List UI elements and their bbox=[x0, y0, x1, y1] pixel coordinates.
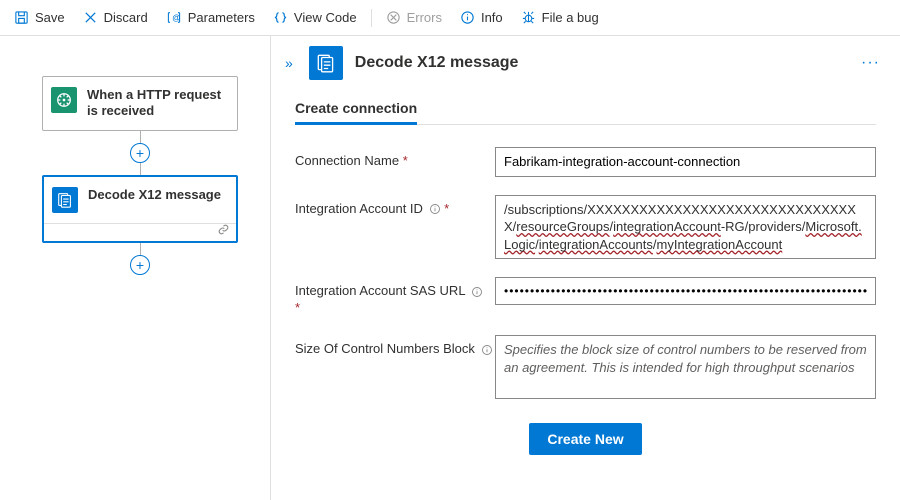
info-icon[interactable] bbox=[481, 344, 493, 356]
create-new-button[interactable]: Create New bbox=[529, 423, 641, 455]
designer-canvas[interactable]: When a HTTP request is received + Decode… bbox=[0, 36, 270, 500]
save-label: Save bbox=[35, 10, 65, 25]
integration-account-id-input[interactable]: /subscriptions/XXXXXXXXXXXXXXXXXXXXXXXXX… bbox=[495, 195, 876, 260]
field-sas-url: Integration Account SAS URL * bbox=[295, 277, 876, 317]
separator bbox=[371, 9, 372, 27]
discard-label: Discard bbox=[104, 10, 148, 25]
panel-title: Decode X12 message bbox=[355, 54, 845, 72]
toolbar: Save Discard @ Parameters View Code Erro… bbox=[0, 0, 900, 36]
sas-url-input[interactable] bbox=[495, 277, 876, 305]
add-step-button[interactable]: + bbox=[130, 143, 150, 163]
action-card[interactable]: Decode X12 message bbox=[42, 175, 238, 243]
errors-label: Errors bbox=[407, 10, 442, 25]
panel-icon bbox=[309, 46, 343, 80]
collapse-icon[interactable]: » bbox=[281, 51, 297, 75]
control-numbers-block-input[interactable]: Specifies the block size of control numb… bbox=[495, 335, 876, 399]
file-bug-label: File a bug bbox=[542, 10, 599, 25]
view-code-button[interactable]: View Code bbox=[265, 6, 365, 29]
http-trigger-icon bbox=[51, 87, 77, 113]
x12-action-icon bbox=[52, 187, 78, 213]
connector: + bbox=[28, 131, 252, 175]
bug-icon bbox=[521, 10, 536, 25]
info-icon[interactable] bbox=[471, 286, 483, 298]
view-code-label: View Code bbox=[294, 10, 357, 25]
tab-strip: Create connection bbox=[295, 94, 876, 125]
more-icon[interactable]: ··· bbox=[857, 50, 884, 76]
field-integration-account-id: Integration Account ID * /subscriptions/… bbox=[295, 195, 876, 260]
connection-name-label: Connection Name * bbox=[295, 147, 495, 170]
details-panel: » Decode X12 message ··· Create connecti… bbox=[270, 36, 900, 500]
main: When a HTTP request is received + Decode… bbox=[0, 36, 900, 500]
panel-header: » Decode X12 message ··· bbox=[271, 36, 900, 90]
parameters-label: Parameters bbox=[188, 10, 255, 25]
add-step-button[interactable]: + bbox=[130, 255, 150, 275]
connector: + bbox=[28, 243, 252, 275]
connection-name-input[interactable] bbox=[495, 147, 876, 177]
info-label: Info bbox=[481, 10, 503, 25]
save-icon bbox=[14, 10, 29, 25]
discard-icon bbox=[83, 10, 98, 25]
info-icon bbox=[460, 10, 475, 25]
code-icon bbox=[273, 10, 288, 25]
trigger-title: When a HTTP request is received bbox=[87, 87, 227, 120]
action-title: Decode X12 message bbox=[88, 187, 221, 203]
field-connection-name: Connection Name * bbox=[295, 147, 876, 177]
parameters-button[interactable]: @ Parameters bbox=[158, 6, 263, 29]
info-icon[interactable] bbox=[429, 203, 441, 215]
errors-icon bbox=[386, 10, 401, 25]
field-control-numbers-block: Size Of Control Numbers Block Specifies … bbox=[295, 335, 876, 399]
parameters-icon: @ bbox=[166, 10, 182, 25]
save-button[interactable]: Save bbox=[6, 6, 73, 29]
file-bug-button[interactable]: File a bug bbox=[513, 6, 607, 29]
control-numbers-block-label: Size Of Control Numbers Block bbox=[295, 335, 495, 358]
discard-button[interactable]: Discard bbox=[75, 6, 156, 29]
tab-create-connection[interactable]: Create connection bbox=[295, 94, 417, 124]
integration-account-id-label: Integration Account ID * bbox=[295, 195, 495, 218]
trigger-card[interactable]: When a HTTP request is received bbox=[42, 76, 238, 131]
panel-body: Create connection Connection Name * Inte… bbox=[271, 90, 900, 469]
info-button[interactable]: Info bbox=[452, 6, 511, 29]
connection-icon bbox=[217, 223, 230, 241]
errors-button: Errors bbox=[378, 6, 450, 29]
sas-url-label: Integration Account SAS URL * bbox=[295, 277, 495, 317]
